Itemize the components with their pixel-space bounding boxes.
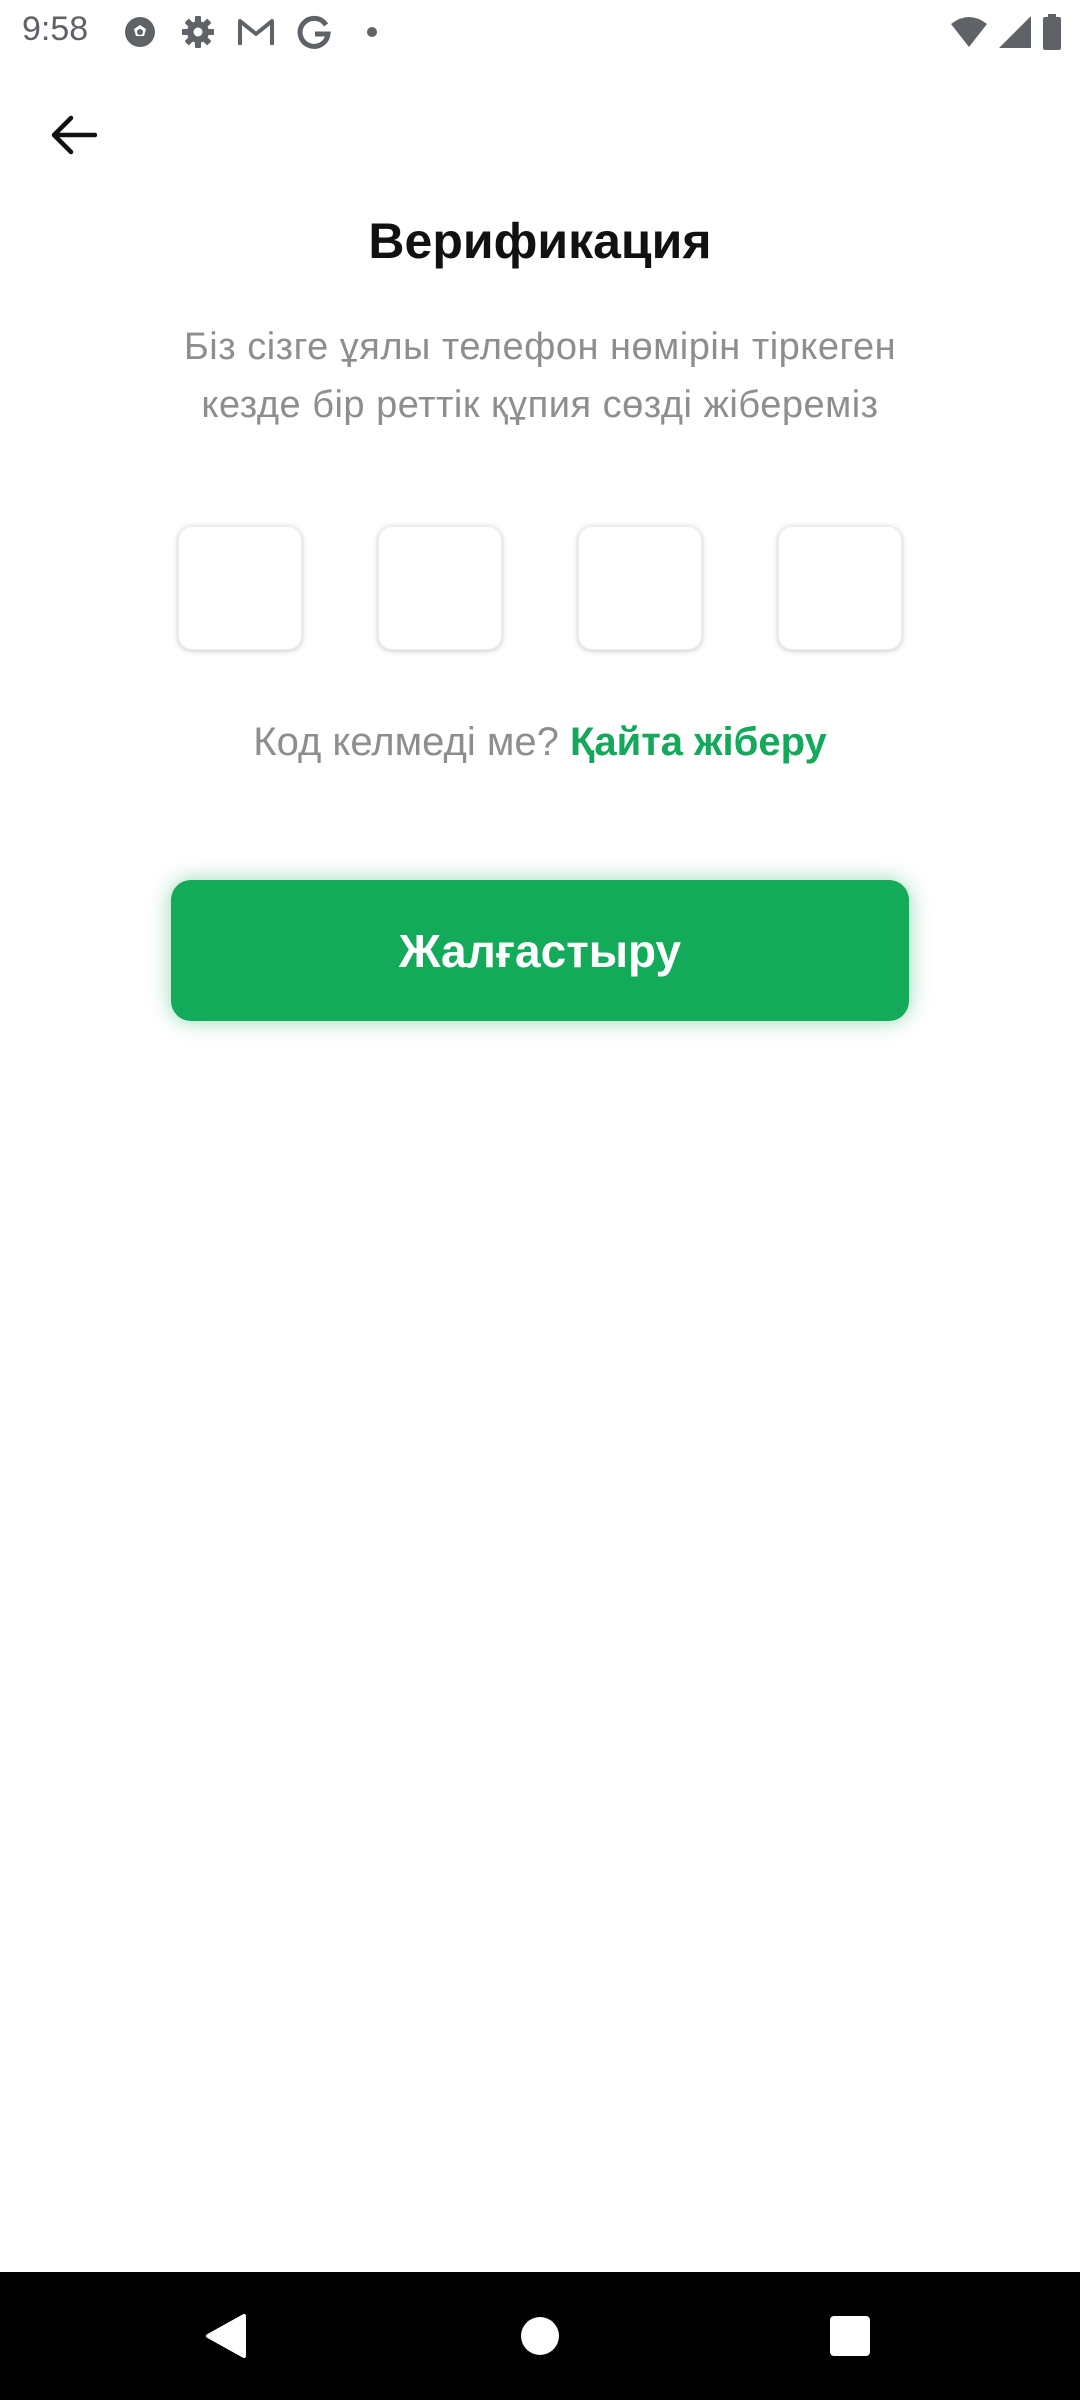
nav-home-button[interactable] bbox=[510, 2306, 570, 2366]
nav-recents-button[interactable] bbox=[820, 2306, 880, 2366]
verification-screen: 9:58 Верификация Біз сізге ұялы телефон … bbox=[0, 0, 1080, 2400]
back-button[interactable] bbox=[38, 100, 108, 170]
resend-code-link[interactable]: Қайта жіберу bbox=[570, 720, 827, 764]
battery-icon bbox=[1042, 14, 1062, 50]
gmail-icon bbox=[236, 12, 276, 52]
status-system-icons bbox=[940, 12, 1062, 52]
settings-gear-icon bbox=[178, 12, 218, 52]
nav-back-button[interactable] bbox=[196, 2306, 256, 2366]
resend-row: Код келмеді ме? Қайта жіберу bbox=[0, 720, 1080, 765]
notification-dot-icon bbox=[352, 12, 392, 52]
otp-digit-1-input[interactable] bbox=[178, 526, 302, 650]
back-triangle-icon bbox=[204, 2313, 248, 2359]
status-time: 9:58 bbox=[22, 10, 89, 48]
home-circle-icon bbox=[520, 2316, 560, 2356]
cellular-signal-icon bbox=[998, 15, 1032, 49]
system-navigation-bar bbox=[0, 2272, 1080, 2400]
otp-digit-2-input[interactable] bbox=[378, 526, 502, 650]
subtitle-line-2: кезде бір реттік құпия сөзді жібереміз bbox=[201, 384, 879, 426]
continue-button-label: Жалғастыру bbox=[398, 924, 682, 977]
page-title: Верификация bbox=[368, 213, 712, 269]
soccer-ball-icon bbox=[120, 12, 160, 52]
wifi-icon bbox=[950, 16, 988, 48]
google-icon bbox=[294, 12, 334, 52]
otp-digit-4-input[interactable] bbox=[778, 526, 902, 650]
status-notification-icons bbox=[120, 12, 410, 52]
otp-code-inputs bbox=[0, 526, 1080, 650]
page-subtitle: Біз сізге ұялы телефон нөмірін тіркеген … bbox=[120, 318, 960, 434]
otp-digit-3-input[interactable] bbox=[578, 526, 702, 650]
status-bar: 9:58 bbox=[0, 0, 1080, 62]
subtitle-line-1: Біз сізге ұялы телефон нөмірін тіркеген bbox=[183, 326, 897, 368]
resend-question-text: Код келмеді ме? bbox=[253, 720, 559, 764]
recents-square-icon bbox=[830, 2316, 870, 2356]
arrow-back-icon bbox=[49, 114, 97, 156]
continue-button[interactable]: Жалғастыру bbox=[171, 880, 909, 1021]
